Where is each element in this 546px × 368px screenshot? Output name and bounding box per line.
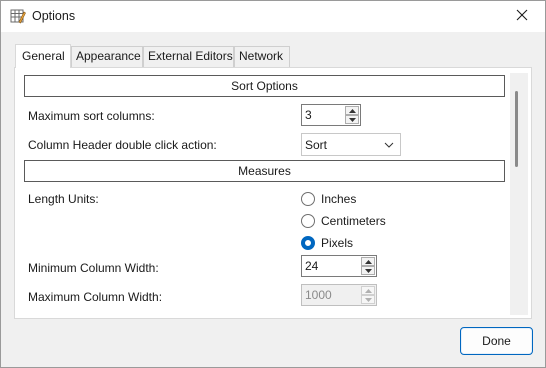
max-sort-columns-stepper[interactable]: 3 [301,104,361,126]
options-dialog: Options General Appearance External Edit… [0,0,546,368]
sort-options-header: Sort Options [24,75,505,97]
decrement-button[interactable] [361,266,375,275]
decrement-button [361,295,375,304]
header-dblclick-label: Column Header double click action: [28,138,217,152]
chevron-up-icon [364,259,372,264]
radio-inches-label[interactable]: Inches [321,192,356,206]
increment-button [361,286,375,295]
close-icon [516,9,528,24]
header-dblclick-value: Sort [305,138,328,152]
tab-external-editors[interactable]: External Editors [143,46,234,67]
radio-circle[interactable] [301,214,315,228]
tab-appearance[interactable]: Appearance [71,46,143,67]
header-dblclick-select[interactable]: Sort [301,133,401,156]
tab-network[interactable]: Network [234,46,290,67]
chevron-down-icon [348,117,356,122]
max-col-width-value: 1000 [305,288,332,302]
done-button[interactable]: Done [460,327,533,355]
chevron-up-icon [348,108,356,113]
min-col-width-stepper[interactable]: 24 [301,255,377,277]
radio-centimeters-label[interactable]: Centimeters [321,214,386,228]
scrollbar-thumb[interactable] [515,91,518,167]
increment-button[interactable] [361,257,375,266]
chevron-down-icon [364,297,372,302]
tab-general[interactable]: General [15,44,71,68]
settings-scroll-area: Sort Options Maximum sort columns: 3 Col… [16,69,510,317]
general-panel: Sort Options Maximum sort columns: 3 Col… [14,67,532,319]
max-sort-columns-value[interactable]: 3 [305,108,312,122]
max-col-width-stepper: 1000 [301,284,377,306]
max-col-width-label: Maximum Column Width: [28,290,163,304]
title-bar: Options [1,1,545,32]
increment-button[interactable] [345,106,359,115]
radio-pixels-label[interactable]: Pixels [321,236,353,250]
min-col-width-label: Minimum Column Width: [28,261,159,275]
chevron-up-icon [364,288,372,293]
min-col-width-value[interactable]: 24 [305,259,318,273]
chevron-down-icon [384,139,394,153]
radio-circle[interactable] [301,192,315,206]
max-sort-columns-label: Maximum sort columns: [28,109,155,123]
chevron-down-icon [364,268,372,273]
options-grid-icon [10,8,26,24]
vertical-scrollbar[interactable] [510,73,528,315]
radio-circle-selected[interactable] [301,236,315,250]
close-button[interactable] [499,1,545,32]
decrement-button[interactable] [345,115,359,124]
window-title: Options [32,9,76,23]
measures-header: Measures [24,160,505,182]
length-units-label: Length Units: [28,192,99,206]
